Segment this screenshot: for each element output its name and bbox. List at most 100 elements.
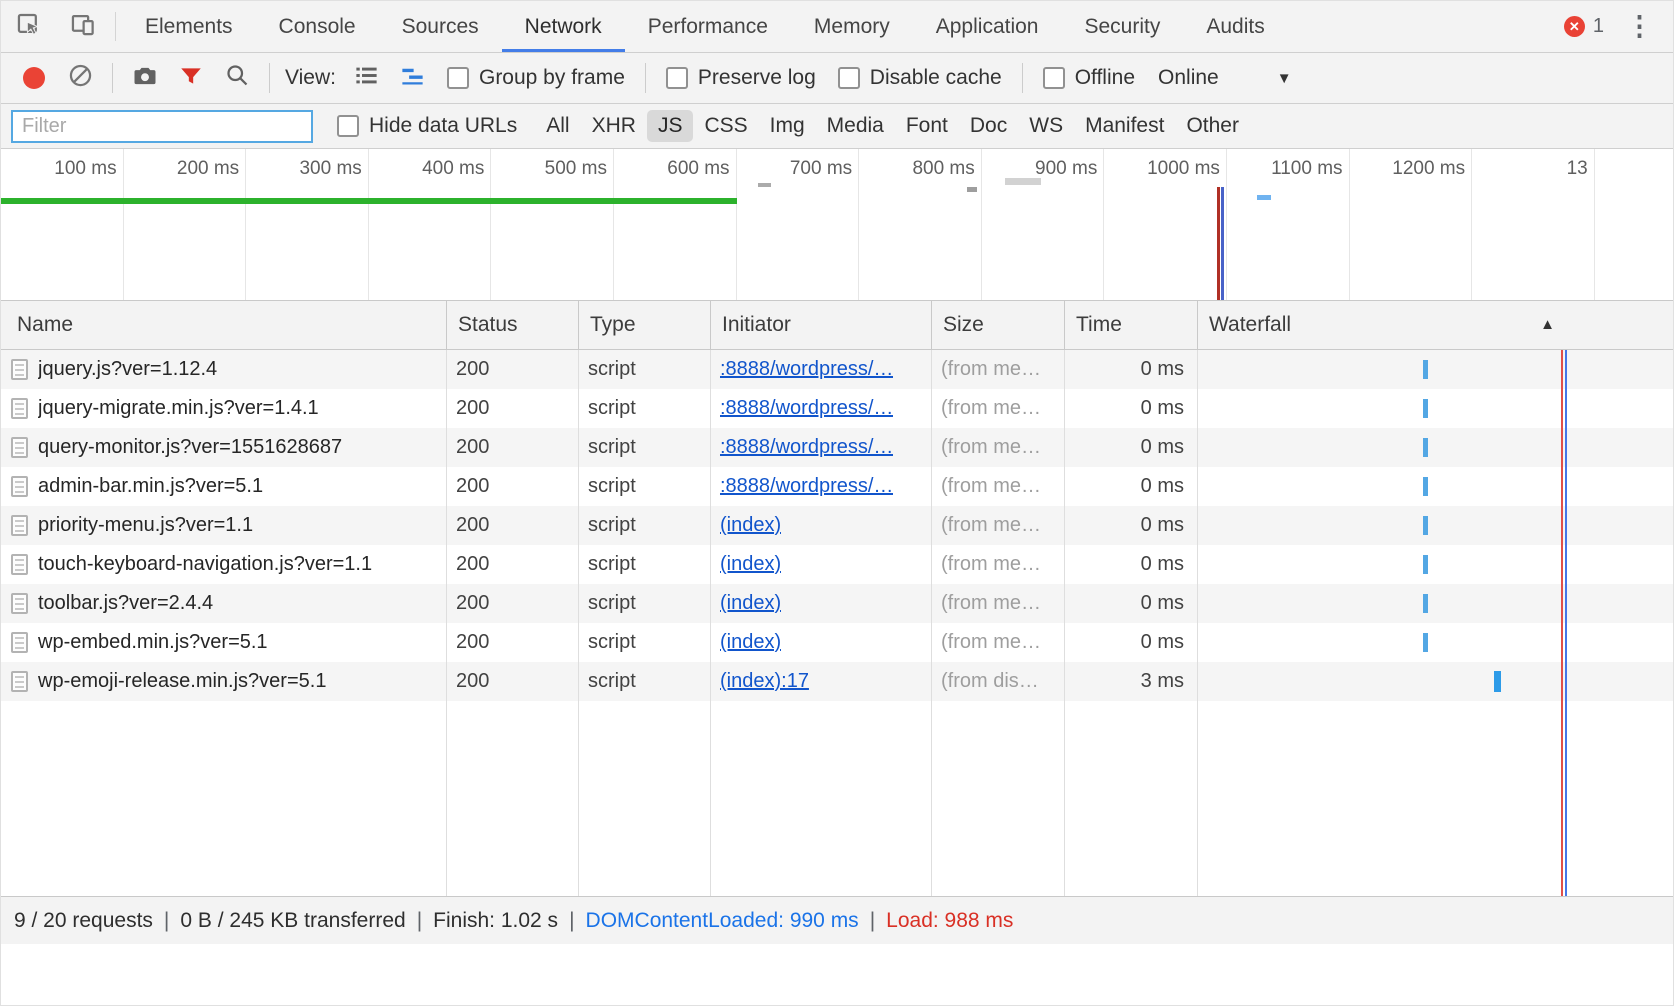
- tab-memory[interactable]: Memory: [791, 1, 913, 52]
- column-header-waterfall[interactable]: Waterfall ▲: [1198, 301, 1673, 349]
- column-header-initiator[interactable]: Initiator: [711, 301, 932, 349]
- hide-data-urls-checkbox[interactable]: [337, 115, 359, 137]
- separator: |: [417, 909, 422, 933]
- network-toolbar: View: Group by frame Preserve log Disabl…: [1, 53, 1673, 104]
- toggle-device-toolbar-button[interactable]: [55, 1, 109, 52]
- network-filter-bar: Hide data URLs All XHR JS CSS Img Media …: [1, 104, 1673, 149]
- waterfall-cell: [1198, 428, 1673, 467]
- request-type: script: [579, 389, 711, 428]
- column-header-status[interactable]: Status: [447, 301, 579, 349]
- filter-type-css[interactable]: CSS: [693, 110, 758, 142]
- clear-network-log-button[interactable]: [57, 59, 103, 97]
- preserve-log-control[interactable]: Preserve log: [655, 66, 827, 90]
- initiator-link[interactable]: :8888/wordpress/…: [720, 358, 893, 381]
- table-row[interactable]: toolbar.js?ver=2.4.4 200 script (index) …: [1, 584, 1673, 623]
- initiator-link[interactable]: :8888/wordpress/…: [720, 436, 893, 459]
- initiator-link[interactable]: (index):17: [720, 670, 809, 693]
- group-by-frame-control[interactable]: Group by frame: [436, 66, 636, 90]
- filter-type-all[interactable]: All: [535, 110, 580, 142]
- offline-control[interactable]: Offline: [1032, 66, 1146, 90]
- filter-input[interactable]: [11, 110, 313, 143]
- show-overview-button[interactable]: [390, 59, 436, 97]
- filter-toggle-button[interactable]: [168, 59, 214, 97]
- tab-network[interactable]: Network: [502, 1, 625, 52]
- disable-cache-checkbox[interactable]: [838, 67, 860, 89]
- request-time: 0 ms: [1065, 428, 1198, 467]
- initiator-link[interactable]: :8888/wordpress/…: [720, 475, 893, 498]
- request-type: script: [579, 662, 711, 701]
- tab-security[interactable]: Security: [1061, 1, 1183, 52]
- request-type: script: [579, 623, 711, 662]
- table-row[interactable]: touch-keyboard-navigation.js?ver=1.1 200…: [1, 545, 1673, 584]
- overview-request-mark: [1257, 195, 1271, 200]
- table-empty-area: [1, 701, 1673, 896]
- request-size: (from me…: [932, 467, 1065, 506]
- search-button[interactable]: [214, 59, 260, 97]
- capture-screenshots-button[interactable]: [122, 59, 168, 97]
- ruler-label: 900 ms: [982, 149, 1105, 300]
- group-by-frame-checkbox[interactable]: [447, 67, 469, 89]
- table-row[interactable]: jquery.js?ver=1.12.4 200 script :8888/wo…: [1, 350, 1673, 389]
- table-row[interactable]: admin-bar.min.js?ver=5.1 200 script :888…: [1, 467, 1673, 506]
- network-overview-timeline[interactable]: 100 ms 200 ms 300 ms 400 ms 500 ms 600 m…: [1, 149, 1673, 301]
- filter-type-js[interactable]: JS: [647, 110, 694, 142]
- record-network-log-button[interactable]: [11, 59, 57, 97]
- waterfall-bar: [1423, 633, 1428, 652]
- initiator-link[interactable]: (index): [720, 553, 781, 576]
- table-row[interactable]: wp-emoji-release.min.js?ver=5.1 200 scri…: [1, 662, 1673, 701]
- request-type: script: [579, 467, 711, 506]
- filter-type-manifest[interactable]: Manifest: [1074, 110, 1175, 142]
- disable-cache-control[interactable]: Disable cache: [827, 66, 1013, 90]
- offline-checkbox[interactable]: [1043, 67, 1065, 89]
- filter-type-media[interactable]: Media: [816, 110, 895, 142]
- column-header-size[interactable]: Size: [932, 301, 1065, 349]
- tab-sources[interactable]: Sources: [379, 1, 502, 52]
- initiator-link[interactable]: (index): [720, 592, 781, 615]
- tab-elements[interactable]: Elements: [122, 1, 256, 52]
- request-size: (from me…: [932, 623, 1065, 662]
- hide-data-urls-control[interactable]: Hide data URLs: [327, 114, 527, 138]
- column-header-name[interactable]: Name: [1, 301, 447, 349]
- use-large-rows-button[interactable]: [344, 59, 390, 97]
- tab-console[interactable]: Console: [256, 1, 379, 52]
- filter-type-font[interactable]: Font: [895, 110, 959, 142]
- tab-performance[interactable]: Performance: [625, 1, 791, 52]
- table-row[interactable]: jquery-migrate.min.js?ver=1.4.1 200 scri…: [1, 389, 1673, 428]
- table-row[interactable]: wp-embed.min.js?ver=5.1 200 script (inde…: [1, 623, 1673, 662]
- initiator-link[interactable]: (index): [720, 514, 781, 537]
- preserve-log-checkbox[interactable]: [666, 67, 688, 89]
- request-status: 200: [447, 467, 579, 506]
- waterfall-header-label: Waterfall: [1209, 313, 1291, 337]
- inspect-element-button[interactable]: [1, 1, 55, 52]
- devtools-menu-button[interactable]: ⋮: [1622, 11, 1657, 42]
- script-file-icon: [11, 437, 28, 458]
- network-summary-bar: 9 / 20 requests | 0 B / 245 KB transferr…: [1, 896, 1673, 944]
- request-name: query-monitor.js?ver=1551628687: [38, 436, 342, 459]
- filter-type-other[interactable]: Other: [1175, 110, 1250, 142]
- sort-ascending-icon: ▲: [1540, 316, 1555, 333]
- table-row[interactable]: priority-menu.js?ver=1.1 200 script (ind…: [1, 506, 1673, 545]
- waterfall-bar: [1423, 516, 1428, 535]
- request-name: touch-keyboard-navigation.js?ver=1.1: [38, 553, 372, 576]
- filter-type-ws[interactable]: WS: [1018, 110, 1074, 142]
- initiator-link[interactable]: :8888/wordpress/…: [720, 397, 893, 420]
- request-time: 0 ms: [1065, 623, 1198, 662]
- timeline-ruler: 100 ms 200 ms 300 ms 400 ms 500 ms 600 m…: [1, 149, 1673, 300]
- filter-type-xhr[interactable]: XHR: [581, 110, 647, 142]
- request-size: (from me…: [932, 428, 1065, 467]
- script-file-icon: [11, 632, 28, 653]
- tab-audits[interactable]: Audits: [1183, 1, 1287, 52]
- throttling-dropdown[interactable]: Online ▼: [1146, 66, 1296, 90]
- table-row[interactable]: query-monitor.js?ver=1551628687 200 scri…: [1, 428, 1673, 467]
- separator: |: [870, 909, 875, 933]
- script-file-icon: [11, 359, 28, 380]
- column-header-type[interactable]: Type: [579, 301, 711, 349]
- initiator-link[interactable]: (index): [720, 631, 781, 654]
- filter-type-doc[interactable]: Doc: [959, 110, 1018, 142]
- console-error-badge[interactable]: ✕ 1: [1564, 15, 1604, 38]
- column-header-time[interactable]: Time: [1065, 301, 1198, 349]
- device-toolbar-icon: [69, 11, 96, 43]
- filter-type-img[interactable]: Img: [759, 110, 816, 142]
- tab-application[interactable]: Application: [913, 1, 1062, 52]
- script-file-icon: [11, 593, 28, 614]
